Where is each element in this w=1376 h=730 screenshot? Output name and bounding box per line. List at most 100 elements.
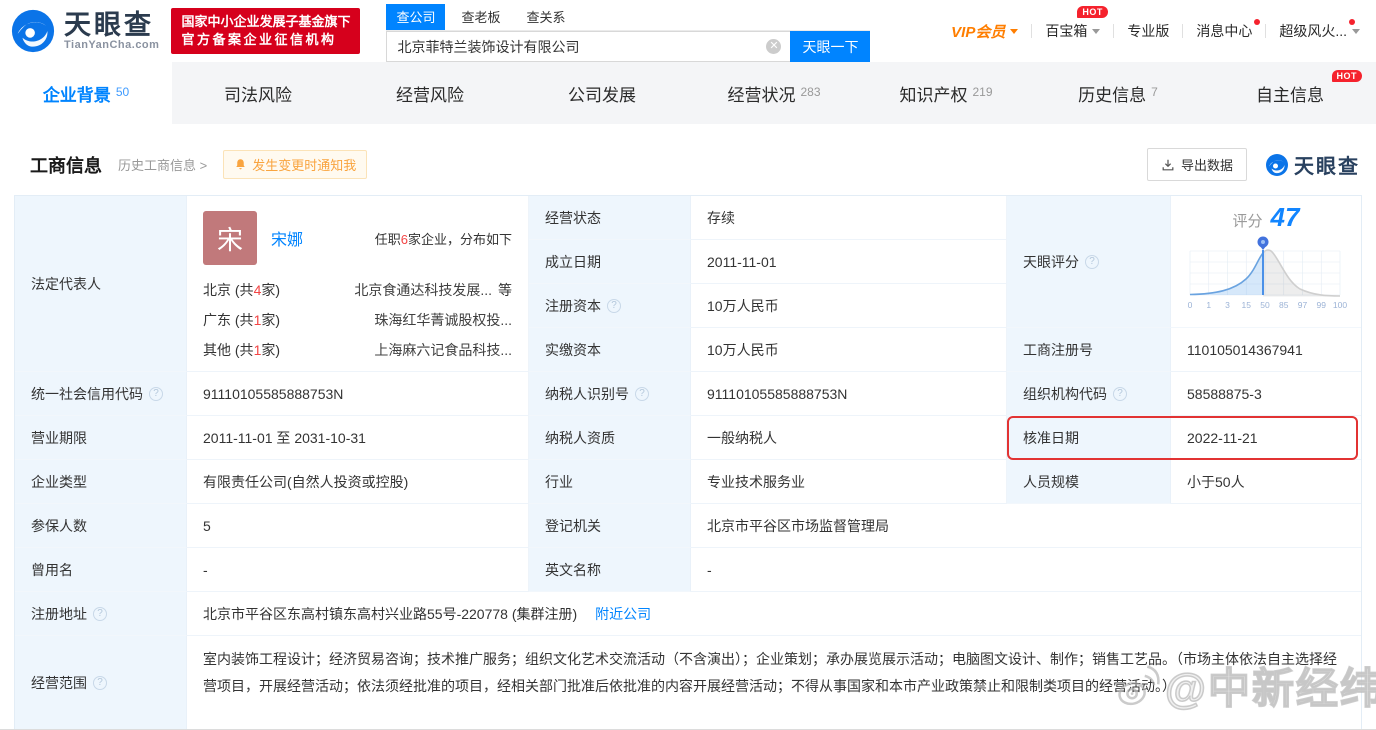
related-company-link[interactable]: 珠海红华菁诚股权投...: [374, 305, 512, 335]
business-info-toolbar: 工商信息 历史工商信息 > 发生变更时通知我 导出数据 天眼查: [0, 124, 1376, 195]
help-icon[interactable]: ?: [93, 675, 107, 690]
svg-text:15: 15: [1242, 300, 1252, 310]
nav-divider: [1182, 24, 1184, 38]
notify-on-change-button[interactable]: 发生变更时通知我: [223, 150, 368, 179]
gov-badge-line1: 国家中小企业发展子基金旗下: [181, 14, 351, 29]
related-company-link[interactable]: 北京食通达科技发展...: [354, 275, 492, 305]
tab-count: 7: [1151, 85, 1158, 99]
nav-toolbox[interactable]: HOT 百宝箱: [1045, 6, 1108, 41]
tab-self-info[interactable]: 自主信息 HOT: [1204, 62, 1376, 124]
svg-text:97: 97: [1298, 300, 1308, 310]
label-industry: 行业: [529, 460, 691, 504]
nav-messages[interactable]: 消息中心: [1196, 19, 1261, 41]
label-former-name: 曾用名: [15, 548, 187, 592]
label-operating-status: 经营状态: [529, 196, 691, 240]
search-input[interactable]: [386, 31, 791, 62]
search-tabs: 查公司 查老板 查关系: [386, 4, 871, 31]
value-registry-authority: 北京市平谷区市场监督管理局: [691, 504, 1361, 548]
tab-company-development[interactable]: 公司发展: [516, 62, 688, 124]
label-registration-number: 工商注册号: [1007, 328, 1171, 372]
nav-super[interactable]: 超级风火...: [1279, 19, 1360, 41]
score-axis-labels: 0 1 3 15 50 85 97 99 100: [1188, 300, 1348, 310]
nav-vip-label: VIP会员: [951, 23, 1006, 41]
label-staff-size: 人员规模: [1007, 460, 1171, 504]
gov-badge-line2: 官方备案企业征信机构: [181, 32, 337, 47]
region-row-tail: 等: [498, 282, 512, 298]
nav-pro[interactable]: 专业版: [1127, 21, 1169, 41]
help-icon[interactable]: ?: [93, 606, 107, 621]
top-header: 天眼查 TianYanCha.com 国家中小企业发展子基金旗下 官方备案企业征…: [0, 0, 1376, 62]
tab-judicial-risk[interactable]: 司法风险: [172, 62, 344, 124]
tab-intellectual-property[interactable]: 知识产权 219: [860, 62, 1032, 124]
label-business-scope: 经营范围?: [15, 636, 187, 730]
help-icon[interactable]: ?: [607, 298, 621, 313]
notify-label: 发生变更时通知我: [252, 158, 357, 173]
logo-title: 天眼查: [64, 10, 154, 40]
value-staff-size: 小于50人: [1171, 460, 1361, 504]
legal-rep-name-link[interactable]: 宋娜: [271, 226, 303, 250]
help-icon[interactable]: ?: [1085, 254, 1099, 269]
nav-divider: [1031, 24, 1033, 38]
svg-text:100: 100: [1333, 300, 1347, 310]
label-legal-representative: 法定代表人: [15, 196, 187, 372]
svg-text:99: 99: [1317, 300, 1327, 310]
tab-label: 经营状况: [727, 85, 796, 105]
search-tab-company[interactable]: 查公司: [386, 4, 446, 30]
label-taxpayer-quality: 纳税人资质: [529, 416, 691, 460]
tianyancha-logo[interactable]: 天眼查 TianYanCha.com: [10, 8, 159, 54]
nav-vip[interactable]: VIP会员: [951, 21, 1019, 42]
business-info-table: 法定代表人 宋 宋娜 任职6家企业，分布如下 北京 (共4家) 北京食通达科技发…: [14, 195, 1362, 730]
nav-super-label: 超级风火...: [1279, 19, 1355, 41]
value-taxpayer-id: 91110105585888753N: [691, 372, 1007, 416]
notification-dot: [1349, 19, 1355, 25]
avatar[interactable]: 宋: [203, 211, 257, 265]
top-nav: VIP会员 HOT 百宝箱 专业版 消息中心 超级风火...: [951, 6, 1360, 42]
chevron-down-icon: [1010, 28, 1019, 34]
help-icon[interactable]: ?: [1113, 386, 1127, 401]
label-org-code: 组织机构代码?: [1007, 372, 1171, 416]
svg-text:3: 3: [1225, 300, 1230, 310]
tab-label: 经营风险: [396, 85, 464, 105]
download-icon: [1162, 159, 1174, 170]
legal-rep-region-row: 其他 (共1家) 上海麻六记食品科技...: [203, 335, 512, 365]
mini-brand-label: 天眼查: [1294, 156, 1360, 178]
related-company-link[interactable]: 上海麻六记食品科技...: [374, 335, 512, 365]
tab-label: 企业背景: [42, 85, 111, 105]
tab-count: 50: [115, 85, 130, 99]
nearby-companies-link[interactable]: 附近公司: [595, 604, 651, 624]
gov-certification-badge: 国家中小企业发展子基金旗下 官方备案企业征信机构: [171, 8, 361, 54]
bell-icon: [236, 159, 245, 170]
value-registered-address: 北京市平谷区东高村镇东高村兴业路55号-220778 (集群注册) 附近公司: [187, 592, 1361, 636]
history-business-info-link[interactable]: 历史工商信息 >: [118, 155, 207, 174]
svg-text:50: 50: [1260, 300, 1270, 310]
nav-divider: [1265, 24, 1267, 38]
label-company-type: 企业类型: [15, 460, 187, 504]
tab-operating-status[interactable]: 经营状况 283: [688, 62, 860, 124]
help-icon[interactable]: ?: [149, 386, 163, 401]
search-tab-relation[interactable]: 查关系: [516, 4, 575, 30]
export-data-button[interactable]: 导出数据: [1146, 148, 1247, 181]
value-establish-date: 2011-11-01: [691, 240, 1007, 284]
search-tab-boss[interactable]: 查老板: [451, 4, 510, 30]
address-text: 北京市平谷区东高村镇东高村兴业路55号-220778 (集群注册): [203, 605, 578, 622]
search-button[interactable]: 天眼一下: [790, 31, 871, 62]
help-icon[interactable]: ?: [635, 386, 649, 401]
nav-pro-label: 专业版: [1127, 23, 1170, 39]
company-section-tabs: 企业背景 50 司法风险 经营风险 公司发展 经营状况 283 知识产权 219…: [0, 62, 1376, 124]
tab-label: 自主信息: [1256, 85, 1324, 105]
tab-count: 219: [972, 85, 993, 99]
tianyan-score-chart: 评分 47 0 1 3 15 50 85 97 99 100: [1171, 196, 1361, 328]
section-title: 工商信息: [30, 155, 102, 176]
tab-company-background[interactable]: 企业背景 50: [0, 62, 172, 124]
tab-label: 知识产权: [899, 85, 968, 105]
label-registered-capital: 注册资本?: [529, 284, 691, 328]
tab-label: 历史信息: [1078, 85, 1147, 105]
value-former-name: -: [187, 548, 529, 592]
legal-representative-cell: 宋 宋娜 任职6家企业，分布如下 北京 (共4家) 北京食通达科技发展... 等…: [187, 196, 529, 372]
tab-operational-risk[interactable]: 经营风险: [344, 62, 516, 124]
label-registry-authority: 登记机关: [529, 504, 691, 548]
tab-history-info[interactable]: 历史信息 7: [1032, 62, 1204, 124]
hot-badge: HOT: [1077, 6, 1108, 18]
tianyancha-mini-logo[interactable]: 天眼查: [1265, 150, 1360, 179]
value-registered-capital: 10万人民币: [691, 284, 1007, 328]
